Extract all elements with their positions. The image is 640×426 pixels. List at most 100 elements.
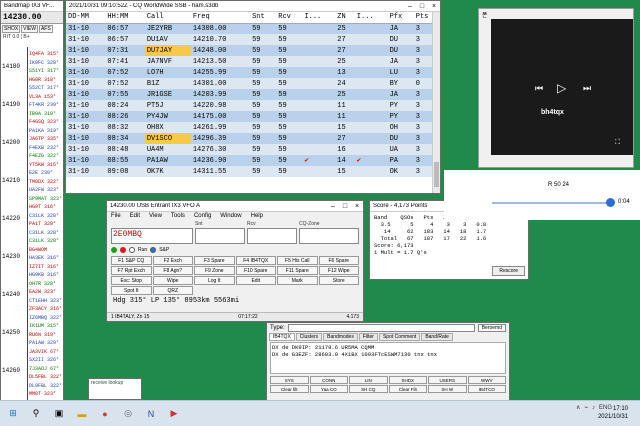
table-row[interactable]: 31-10 06:57 JE2YRB 14308.00 59 59 25 JA 3 [66,23,440,34]
table-row[interactable]: 31-10 08:24 PT5J 14220.98 59 59 11 PY 3 [66,100,440,111]
log-column-header[interactable]: I... [302,12,336,24]
menu-item-help[interactable]: Help [251,213,263,219]
log-column-header[interactable]: ZN [335,12,355,24]
log-column-header[interactable]: HH:MM [105,12,145,24]
zone-input[interactable] [299,228,359,244]
telnet-tab[interactable]: Bandmodes [323,333,358,341]
snt-input[interactable] [195,228,245,244]
maximize-icon[interactable]: □ [416,3,428,10]
bandmap-spot[interactable]: RU6N 310° [29,332,56,338]
table-row[interactable]: 31-10 07:52 B1Z 14301.00 59 59 24 BY 0 [66,78,440,89]
bandmap-spot[interactable]: TM0DX 322° [29,179,59,185]
telnet-button[interactable]: SH W [428,385,467,393]
telnet-button[interactable]: Clear Filt [388,385,427,393]
volume-icon[interactable]: ♪ [592,405,595,411]
table-row[interactable]: 31-10 08:32 OH8X 14261.99 59 59 15 OH 3 [66,122,440,133]
bandmap-spot[interactable]: SX2II 326° [29,357,59,363]
log-column-header[interactable]: Freq [190,12,251,24]
telnet-button[interactable]: USERS [428,376,467,384]
bandmap-spot[interactable]: CT1EHH 323° [29,298,62,304]
function-key-button[interactable]: F9 Zone [194,266,235,275]
bandmap-spot[interactable]: S51YI 317° [29,68,59,74]
bandmap-spot[interactable]: EA2W 323° [29,289,56,295]
bandmap-spot[interactable]: IK9FC 328° [29,60,59,66]
tray-arrow-icon[interactable]: ∧ [576,404,580,411]
bandmap-scale[interactable]: 14180 14190 14200 14210 14220 14230 14240 14250… [1,47,63,425]
bandmap-spot[interactable]: HG9KB 316° [29,272,59,278]
logger-icon[interactable]: N [141,404,161,424]
next-icon[interactable]: ⏭ [583,83,591,94]
fullscreen-icon[interactable]: ⛶ [615,139,620,147]
bandmap-spot[interactable]: IK1UM 315° [29,323,59,329]
log-column-header[interactable]: Pfx [387,12,414,24]
bandmap-spot[interactable]: IZ6MBQ 322° [29,315,62,321]
bandmap-spot[interactable]: F4EZG 322° [29,153,59,159]
log-column-header[interactable]: Call [144,12,191,24]
bandmap-spot[interactable]: HG9T 316° [29,204,56,210]
bandmap-spot[interactable]: VL3A 153° [29,94,56,100]
bandmap-spot[interactable]: ZF3ACY 316° [29,306,62,312]
function-key-button[interactable]: F8 Agn? [152,266,193,275]
sp-radio[interactable] [150,247,157,253]
close-icon[interactable]: × [351,203,363,210]
telnet-button[interactable]: SH CQ [349,385,388,393]
seek-track[interactable] [492,202,610,204]
function-key-button[interactable]: F11 Spare [277,266,318,275]
function-key-button[interactable]: F1 S&P CQ [111,256,152,265]
bandmap-spot[interactable]: F4GSQ 323° [29,119,59,125]
function-key-button[interactable]: Store [318,276,359,285]
telnet-button[interactable]: CONN [309,376,348,384]
task-view-icon[interactable]: ▣ [49,404,69,424]
menu-item-view[interactable]: View [149,213,162,219]
telnet-button[interactable]: Yaa CO [309,385,348,393]
table-row[interactable]: 31-10 08:34 DV1SCO 14296.39 59 59 27 DU 3 [66,133,440,144]
telnet-tab[interactable]: IB4TQX [269,333,295,341]
function-key-button[interactable]: Edit [235,276,276,285]
bandmap-spot[interactable]: FT4KR 239° [29,102,59,108]
bandmap-spot[interactable]: PA1T 328° [29,221,56,227]
bandmap-titlebar[interactable]: Bandmap IX3 VF... [1,1,63,12]
function-key-button[interactable]: QRZ [152,286,193,295]
telnet-button[interactable]: Clear filt [270,385,309,393]
log-column-header[interactable]: I... [354,12,388,24]
bandmap-spot[interactable]: DL5FBL 322° [29,374,62,380]
bandmap-tool-afs[interactable]: AFS [38,25,53,33]
menu-item-config[interactable]: Config [194,213,211,219]
function-key-button[interactable]: F10 Spare [235,266,276,275]
log-titlebar[interactable]: 2021/10/31 09:10:52Z - CQ WorldWide SSB … [66,1,440,12]
log-column-header[interactable]: Rcv [276,12,303,24]
cluster-select[interactable]: Beroemd [477,324,506,332]
function-key-button[interactable]: Wipe [152,276,193,285]
function-key-button[interactable]: Log It [194,276,235,285]
bandmap-spot[interactable]: IZ7IT 316° [29,264,59,270]
taskbar-clock[interactable]: 17:10 2021/10/31 [598,405,628,421]
table-row[interactable]: 31-10 07:52 LO7H 14255.99 59 59 13 LU 3 [66,67,440,78]
seek-knob[interactable] [606,198,615,207]
bandmap-spot[interactable]: F4EXB 232° [29,145,59,151]
media-icon[interactable]: ▶ [164,404,184,424]
bandmap-spot[interactable]: JA6TP 335° [29,136,59,142]
bandmap-spot[interactable]: S52CT 317° [29,85,59,91]
log-scroll-thumb[interactable] [434,162,439,187]
menu-item-edit[interactable]: Edit [130,213,140,219]
bandmap-spot[interactable]: C31LK 328° [29,230,59,236]
telnet-tab[interactable]: Filter [358,333,378,341]
bandmap-spot[interactable]: PA1KA 319° [29,128,59,134]
log-column-header[interactable]: DD-MM [66,12,106,24]
bandmap-tool-shox[interactable]: SHOX [2,25,21,33]
telnet-tab[interactable]: Spot Comment [378,333,421,341]
call-input[interactable]: 2E0MBQ [111,228,193,244]
rescore-button[interactable]: Rescore [492,266,525,276]
bandmap-spot[interactable]: 7J3AOJ 67° [29,366,59,372]
function-key-button[interactable]: F5 His Call [277,256,318,265]
function-key-button[interactable]: F4 IB4TQX [235,256,276,265]
table-row[interactable]: 31-10 07:41 JA7NVF 14213.50 59 59 25 JA 3 [66,56,440,67]
function-key-button[interactable]: F2 Exch [152,256,193,265]
telnet-spot-line[interactable]: DX de G3EZF: 28603.0 4X1BX 1093FTcESWM71… [272,351,504,358]
table-row[interactable]: 31-10 07:31 DU7JAY 14248.00 59 59 27 DU 3 [66,45,440,56]
folder-icon[interactable]: ▬ [72,404,92,424]
log-column-header[interactable]: Snt [250,12,277,24]
minimize-icon[interactable]: – [327,203,339,210]
table-row[interactable]: 31-10 06:57 DU1AV 14210.70 59 59 27 DU 3 [66,34,440,45]
function-key-button[interactable]: F12 Wipe [318,266,359,275]
